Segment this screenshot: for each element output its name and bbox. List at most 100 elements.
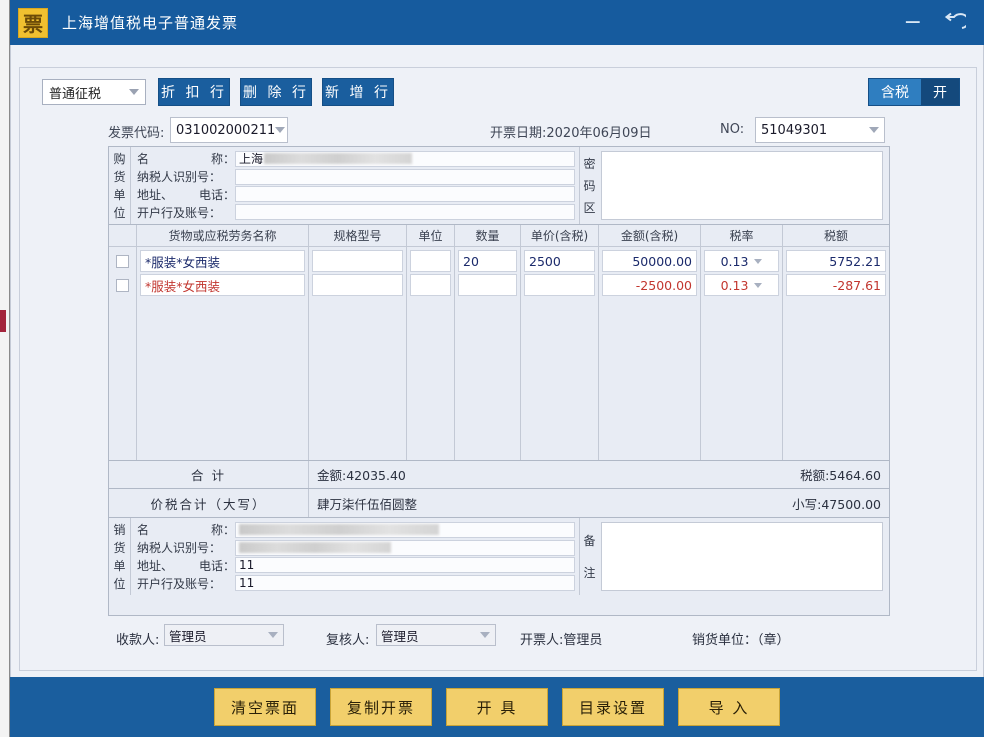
column-spec [309,247,407,460]
buyer-name-input[interactable]: 上海 [235,150,575,167]
seller-vlabel-char: 位 [113,576,126,591]
invoice-no-select[interactable]: 51049301 [755,117,885,143]
signature-row: 收款人: 管理员 复核人: 管理员 开票人:管理员 销货单位：（章） [108,624,890,650]
seller-name-input[interactable] [235,521,575,538]
window-controls: − [904,11,966,34]
back-arrow-icon[interactable] [942,12,966,34]
discount-row-button[interactable]: 折 扣 行 [158,78,230,106]
totals-tax: 税额:5464.60 [800,468,881,483]
chevron-down-icon [869,127,879,133]
cell-tax-amount[interactable]: 5752.21 [786,250,886,272]
remark-textarea[interactable] [601,522,883,591]
column-amount: 50000.00 -2500.00 [599,247,701,460]
row-checkbox-column [109,247,137,460]
toolbar: 普通征税 折 扣 行 删 除 行 新 增 行 含税 开 [20,76,978,114]
remark-vertical-label: 备 注 [579,518,599,595]
invoice-no-label: NO: [720,122,745,137]
buyer-vlabel-char: 购 [113,152,126,167]
copy-invoice-button[interactable]: 复制开票 [329,688,432,726]
delete-row-button[interactable]: 删 除 行 [240,78,312,106]
header-unit: 单位 [407,225,455,246]
header-tax-rate: 税率 [701,225,783,246]
header-unit-price: 单价(含税) [521,225,599,246]
seller-bank-input[interactable]: 11 [235,575,575,592]
column-unit-price: 2500 [521,247,599,460]
cell-goods-name[interactable]: *服装*女西装 [140,274,305,296]
catalog-settings-button[interactable]: 目录设置 [562,688,665,726]
grand-total-label: 价税合计（大写） [109,489,309,517]
invoice-code-label: 发票代码: [108,126,165,141]
secure-area-vertical-label: 密 码 区 [579,147,599,224]
totals-row: 合 计 金额:42035.40 税额:5464.60 [109,461,889,489]
buyer-name-row: 名 称： 上海 [137,150,575,167]
buyer-address-input[interactable] [235,186,575,203]
cell-tax-rate[interactable]: 0.13 [704,250,779,272]
chevron-down-icon [275,127,286,133]
seller-taxid-input[interactable] [235,539,575,556]
cell-amount[interactable]: -2500.00 [602,274,697,296]
buyer-address-row: 地址、 电话： [137,186,575,203]
column-tax-rate: 0.13 0.13 [701,247,783,460]
cell-goods-name[interactable]: *服装*女西装 [140,250,305,272]
cell-quantity[interactable] [458,274,517,296]
tax-mode-value: 普通征税 [49,86,102,102]
seller-address-input[interactable]: 11 [235,557,575,574]
cell-spec[interactable] [312,274,403,296]
tax-included-segment[interactable]: 含税 [869,79,921,105]
reviewer-select[interactable]: 管理员 [376,624,496,646]
seller-address-row: 地址、 电话： 11 [137,557,575,574]
payee-label: 收款人: [116,633,160,648]
cell-amount[interactable]: 50000.00 [602,250,697,272]
tax-included-toggle: 含税 开 [868,78,960,106]
seller-seal-text: 销货单位：（章） [692,633,790,648]
import-button[interactable]: 导 入 [678,688,781,726]
header-quantity: 数量 [455,225,521,246]
clear-invoice-button[interactable]: 清空票面 [213,688,316,726]
header-goods-name: 货物或应税劳务名称 [137,225,309,246]
buyer-name-label: 名 称： [137,152,235,167]
buyer-name-value: 上海 [239,152,264,167]
tax-mode-select[interactable]: 普通征税 [42,79,146,105]
background-red-marker [0,310,6,332]
buyer-vlabel-char: 货 [113,170,126,185]
row-checkbox[interactable] [116,279,129,292]
redaction-block [239,542,391,554]
buyer-bank-input[interactable] [235,204,575,221]
cell-tax-rate[interactable]: 0.13 [704,274,779,296]
buyer-taxid-input[interactable] [235,168,575,185]
cell-unit[interactable] [410,274,451,296]
column-tax-amount: 5752.21 -287.61 [783,247,889,460]
invoice-code-select[interactable]: 031002000211 [170,117,288,143]
issue-invoice-button[interactable]: 开 具 [446,688,548,726]
seller-vertical-label: 销 货 单 位 [109,518,131,595]
cell-spec[interactable] [312,250,403,272]
grand-total-words: 肆万柒仟伍佰圆整 [317,496,418,512]
cell-tax-amount[interactable]: -287.61 [786,274,886,296]
invoice-application-window: 票 上海增值税电子普通发票 − 普通征税 折 扣 行 删 除 行 新 增 行 含… [0,0,984,737]
header-amount: 金额(含税) [599,225,701,246]
action-bar: 清空票面 复制开票 开 具 目录设置 导 入 [10,677,984,737]
secure-code-area[interactable] [601,151,883,220]
cell-unit[interactable] [410,250,451,272]
invoice-form: 购 货 单 位 名 称： 上海 纳税人识别号： 地址、 电话： 开户行及账号： … [108,146,890,616]
seller-vlabel-char: 货 [113,541,126,556]
add-row-button[interactable]: 新 增 行 [322,78,394,106]
row-checkbox[interactable] [116,255,129,268]
window-title: 上海增值税电子普通发票 [62,14,239,32]
buyer-bank-label: 开户行及账号： [137,205,222,220]
cell-quantity[interactable]: 20 [458,250,517,272]
payee-select[interactable]: 管理员 [164,624,284,646]
cell-unit-price[interactable] [524,274,595,296]
seller-vlabel-char: 销 [113,523,126,538]
buyer-fields: 名 称： 上海 纳税人识别号： 地址、 电话： 开户行及账号： [131,147,579,224]
open-segment[interactable]: 开 [921,79,959,105]
line-items-header: 货物或应税劳务名称 规格型号 单位 数量 单价(含税) 金额(含税) 税率 税额 [109,225,889,247]
payee-value: 管理员 [169,628,207,644]
grand-total-row: 价税合计（大写） 肆万柒仟伍佰圆整 小写:47500.00 [109,489,889,517]
invoice-panel: 普通征税 折 扣 行 删 除 行 新 增 行 含税 开 发票代码: 031002… [19,67,977,671]
cell-unit-price[interactable]: 2500 [524,250,595,272]
totals-values: 金额:42035.40 税额:5464.60 [309,461,889,488]
seller-bank-label: 开户行及账号： [137,576,222,591]
chevron-down-icon [129,89,139,95]
minimize-icon[interactable]: − [904,11,922,34]
